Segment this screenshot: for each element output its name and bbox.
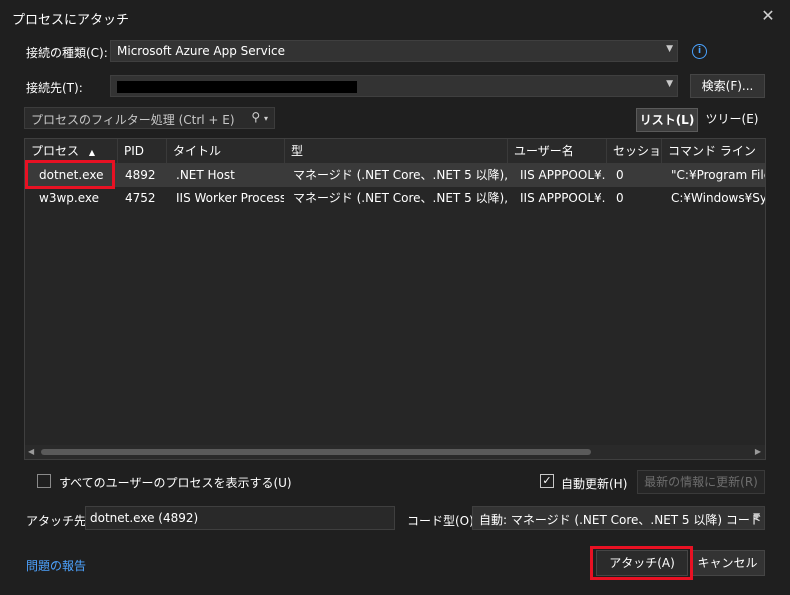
filter-placeholder: プロセスのフィルター処理 (Ctrl + E) <box>31 113 235 127</box>
cell-pid: 4892 <box>125 168 156 182</box>
close-icon[interactable]: ✕ <box>758 6 778 26</box>
code-type-value: 自動: マネージド (.NET Core、.NET 5 以降) コード <box>479 513 762 527</box>
attach-to-value: dotnet.exe (4892) <box>90 511 199 525</box>
redacted-block <box>117 81 357 93</box>
connection-type-value: Microsoft Azure App Service <box>117 44 286 58</box>
cancel-button[interactable]: キャンセル <box>690 550 765 576</box>
connection-target-dropdown[interactable]: ▼ <box>110 75 678 97</box>
connection-type-dropdown[interactable]: Microsoft Azure App Service ▼ <box>110 40 678 62</box>
cell-session: 0 <box>616 168 624 182</box>
cell-process: w3wp.exe <box>39 191 99 205</box>
code-type-dropdown[interactable]: 自動: マネージド (.NET Core、.NET 5 以降) コード ▼ <box>472 506 765 530</box>
refresh-button[interactable]: 最新の情報に更新(R) <box>637 470 765 494</box>
table-row[interactable]: dotnet.exe 4892 .NET Host マネージド (.NET Co… <box>25 164 765 187</box>
auto-refresh-label: 自動更新(H) <box>561 477 628 491</box>
attach-to-field[interactable]: dotnet.exe (4892) <box>85 506 395 530</box>
cell-type: マネージド (.NET Core、.NET 5 以降), x86 <box>293 168 507 182</box>
show-all-users-label: すべてのユーザーのプロセスを表示する(U) <box>59 476 292 490</box>
process-filter-input[interactable]: プロセスのフィルター処理 (Ctrl + E) ⚲ ▾ <box>24 107 275 129</box>
cell-session: 0 <box>616 191 624 205</box>
show-all-users-checkbox[interactable] <box>37 474 51 488</box>
scroll-left-icon[interactable]: ◀ <box>28 447 34 456</box>
cell-pid: 4752 <box>125 191 156 205</box>
attach-to-process-dialog: プロセスにアタッチ ✕ 接続の種類(C): Microsoft Azure Ap… <box>0 0 790 595</box>
cell-type: マネージド (.NET Core、.NET 5 以降), x86 <box>293 191 507 205</box>
scrollbar-thumb[interactable] <box>41 449 591 455</box>
cell-title: .NET Host <box>176 168 235 182</box>
connection-type-label: 接続の種類(C): <box>26 46 108 60</box>
process-table: プロセス ▲ PID タイトル 型 ユーザー名 セッション コマンド ライン d… <box>24 138 766 460</box>
info-icon[interactable]: i <box>692 44 707 59</box>
auto-refresh-checkbox[interactable]: ✓ <box>540 474 554 488</box>
chevron-down-icon: ▼ <box>666 44 673 54</box>
column-header-user[interactable]: ユーザー名 <box>507 139 606 163</box>
column-header-session[interactable]: セッション <box>606 139 661 163</box>
highlight-box <box>590 546 693 580</box>
report-problem-link[interactable]: 問題の報告 <box>26 557 86 574</box>
search-icon[interactable]: ⚲ ▾ <box>251 110 268 124</box>
chevron-down-icon: ▼ <box>753 512 760 522</box>
table-header: プロセス ▲ PID タイトル 型 ユーザー名 セッション コマンド ライン <box>25 139 765 164</box>
sort-ascending-icon: ▲ <box>88 148 95 157</box>
cell-command-line: "C:¥Program Files <box>671 168 765 182</box>
scroll-right-icon[interactable]: ▶ <box>755 447 761 456</box>
attach-to-label: アタッチ先: <box>26 514 91 528</box>
code-type-label: コード型(O) <box>407 514 474 528</box>
tab-tree-view[interactable]: ツリー(E) <box>700 108 764 132</box>
dialog-title: プロセスにアタッチ <box>12 13 130 28</box>
table-row[interactable]: w3wp.exe 4752 IIS Worker Process マネージド (… <box>25 187 766 210</box>
horizontal-scrollbar[interactable]: ◀ ▶ <box>25 445 765 459</box>
highlight-box <box>25 160 115 189</box>
column-header-command-line[interactable]: コマンド ライン <box>661 139 765 163</box>
connection-target-label: 接続先(T): <box>26 81 83 95</box>
cell-title: IIS Worker Process <box>176 191 284 205</box>
column-header-type[interactable]: 型 <box>284 139 507 163</box>
cell-command-line: C:¥Windows¥SysW <box>671 191 766 205</box>
column-header-title[interactable]: タイトル <box>166 139 284 163</box>
column-header-pid[interactable]: PID <box>117 139 166 163</box>
chevron-down-icon: ▼ <box>666 79 673 89</box>
tab-list-view[interactable]: リスト(L) <box>636 108 698 132</box>
cell-user: IIS APPPOOL¥... <box>520 168 606 182</box>
cell-user: IIS APPPOOL¥... <box>520 191 606 205</box>
find-button[interactable]: 検索(F)... <box>690 74 765 98</box>
